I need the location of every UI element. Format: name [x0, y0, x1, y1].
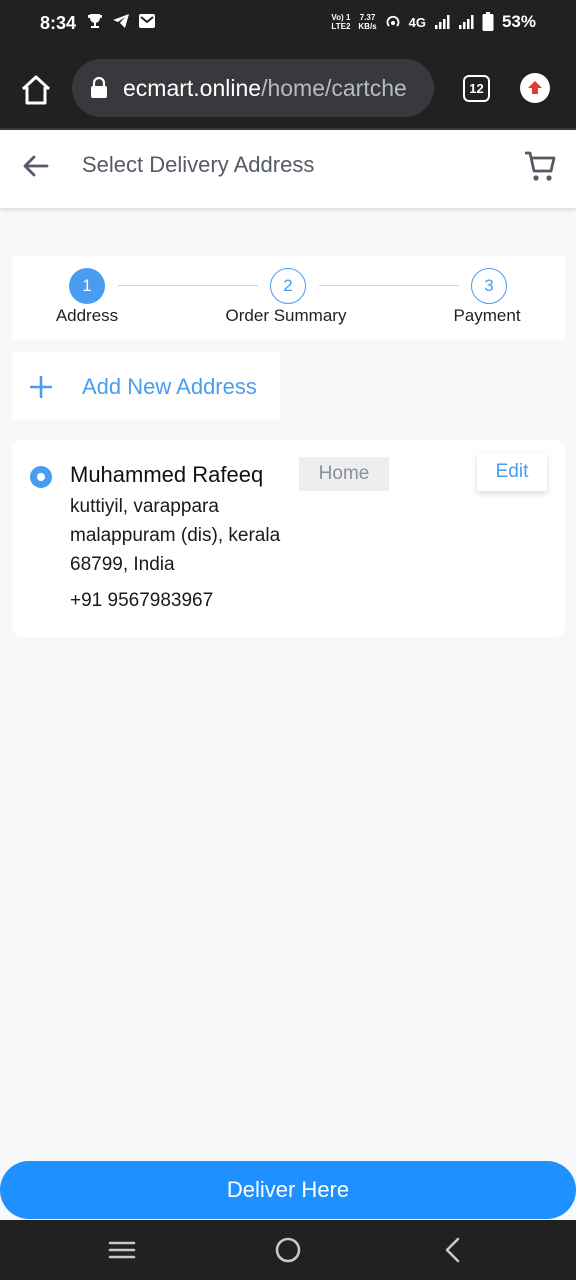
step-connector: [118, 285, 258, 286]
browser-toolbar: ecmart.online/home/cartche 12: [0, 48, 576, 130]
battery-icon: [482, 12, 494, 31]
signal-icon: [434, 15, 450, 29]
cart-icon[interactable]: [522, 148, 558, 184]
step-2-circle: 2: [270, 268, 306, 304]
step-connector: [319, 285, 459, 286]
step-3-label: Payment: [453, 306, 521, 325]
mail-icon: [139, 14, 155, 28]
url-text: ecmart.online/home/cartche: [123, 75, 407, 102]
status-time: 8:34: [40, 13, 77, 33]
url-path: /home/cartche: [261, 75, 407, 101]
status-indicators: Vo) 1 LTE2 7.37 KB/s 4G 53%: [331, 12, 536, 32]
add-new-address-label: Add New Address: [82, 374, 257, 399]
system-nav-bar: [0, 1220, 576, 1280]
address-phone: +91 9567983967: [70, 590, 214, 611]
page-title: Select Delivery Address: [82, 152, 315, 177]
telegram-icon: [113, 14, 129, 28]
hotspot-icon: [386, 15, 399, 27]
address-card[interactable]: Muhammed Rafeeq Home Edit kuttiyil, vara…: [12, 440, 565, 637]
address-name: Muhammed Rafeeq: [70, 462, 264, 487]
app-header: Select Delivery Address: [0, 130, 576, 208]
step-2-label: Order Summary: [225, 306, 347, 325]
volte-indicator: Vo) 1 LTE2: [331, 13, 351, 31]
update-button[interactable]: [520, 73, 550, 103]
address-line-2: malappuram (dis), kerala: [70, 525, 281, 546]
home-circle-icon[interactable]: [273, 1235, 303, 1265]
add-new-address-button[interactable]: Add New Address: [12, 352, 280, 420]
signal-icon-2: [458, 15, 474, 29]
data-speed: 7.37 KB/s: [358, 13, 377, 31]
network-type: 4G: [408, 14, 426, 30]
address-line-3: 68799, India: [70, 554, 175, 575]
lock-icon: [91, 77, 107, 98]
address-type-badge: Home: [299, 457, 389, 491]
address-bar[interactable]: ecmart.online/home/cartche: [72, 59, 434, 117]
nav-back-icon[interactable]: [438, 1235, 468, 1265]
status-bar: 8:34 Vo) 1 LTE2 7.37 KB/s 4G 53%: [0, 0, 576, 48]
address-radio[interactable]: [30, 466, 52, 488]
plus-icon: [30, 376, 52, 398]
tab-switcher-button[interactable]: 12: [463, 75, 490, 102]
checkout-stepper: 1 Address 2 Order Summary 3 Payment: [12, 256, 565, 340]
step-3-circle: 3: [471, 268, 507, 304]
home-icon[interactable]: [18, 72, 54, 108]
battery-percent: 53%: [501, 12, 536, 31]
step-1-label: Address: [55, 306, 119, 325]
edit-address-button[interactable]: Edit: [477, 453, 547, 491]
url-host: ecmart.online: [123, 75, 262, 101]
step-1-circle: 1: [69, 268, 105, 304]
back-arrow-icon[interactable]: [20, 150, 52, 182]
address-line-1: kuttiyil, varappara: [70, 496, 219, 517]
arrow-up-icon: [528, 81, 542, 94]
notification-icons: [86, 12, 156, 30]
trophy-icon: [88, 14, 102, 28]
recent-apps-icon[interactable]: [107, 1235, 137, 1265]
deliver-here-button[interactable]: Deliver Here: [0, 1161, 576, 1219]
radio-dot: [37, 473, 45, 481]
